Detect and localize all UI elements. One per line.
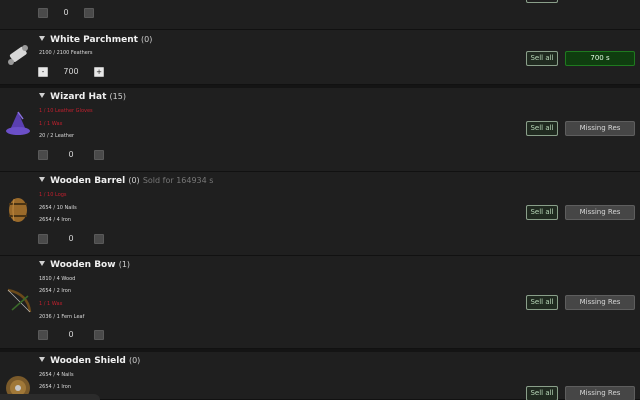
missing-resources-button[interactable]: Missing Res [565, 295, 635, 310]
missing-resources-button[interactable]: Missing Res [565, 205, 635, 220]
item-name: Wooden Shield [50, 356, 126, 366]
decrement-button[interactable]: - [38, 66, 48, 77]
item-name: Wooden Barrel [50, 176, 126, 186]
decrement-button[interactable] [38, 233, 48, 244]
increment-button[interactable]: + [94, 66, 104, 77]
increment-button[interactable] [94, 149, 104, 160]
requirement: 1 / 1 Wax [39, 301, 63, 307]
decrement-button[interactable] [38, 329, 48, 340]
qty-value[interactable]: 0 [48, 234, 94, 243]
craft-price-button[interactable]: 700 s [565, 51, 635, 66]
item-count: (15) [109, 92, 126, 101]
qty-value[interactable]: 0 [48, 330, 94, 339]
requirement: 2654 / 4 Iron [39, 217, 72, 223]
sell-all-button[interactable] [526, 0, 558, 3]
collapse-triangle-icon[interactable] [39, 177, 45, 182]
sell-all-button[interactable]: Sell all [526, 121, 558, 136]
wizard-hat-icon [6, 111, 30, 135]
item-name: Wooden Bow [50, 260, 116, 270]
status-tooltip-edge [0, 394, 100, 400]
item-title[interactable]: Wooden Bow (1) [39, 260, 130, 270]
item-row-parchment: White Parchment (0) 2100 / 2100 Feathers… [0, 30, 640, 85]
item-row-wooden-barrel: Wooden Barrel (0) Sold for 164934 s 1 / … [0, 172, 640, 256]
requirement: 2654 / 4 Nails [39, 372, 74, 378]
qty-stepper: 0 [38, 233, 104, 244]
crafting-list: 0 White Parchment (0) 2100 / 2100 Feathe… [0, 0, 640, 400]
item-count: (0) [128, 176, 140, 185]
requirement: 2100 / 2100 Feathers [39, 50, 93, 56]
item-title[interactable]: White Parchment (0) [39, 35, 152, 45]
collapse-triangle-icon[interactable] [39, 357, 45, 362]
decrement-button[interactable] [38, 149, 48, 160]
item-row-wooden-shield: Wooden Shield (0) 2654 / 4 Nails 2654 / … [0, 352, 640, 400]
item-count: (1) [118, 260, 131, 269]
item-row-wizard-hat: Wizard Hat (15) 1 / 10 Leather Gloves 1 … [0, 88, 640, 172]
item-title[interactable]: Wooden Shield (0) [39, 356, 140, 366]
item-row-wooden-bow: Wooden Bow (1) 1810 / 4 Wood 2654 / 2 Ir… [0, 256, 640, 349]
requirement: 2654 / 2 Iron [39, 288, 72, 294]
requirement: 1 / 1 Wax [39, 121, 63, 127]
missing-resources-button[interactable]: Missing Res [565, 386, 635, 400]
collapse-triangle-icon[interactable] [39, 93, 45, 98]
requirement: 2036 / 1 Fern Leaf [39, 314, 85, 320]
item-title[interactable]: Wooden Barrel (0) Sold for 164934 s [39, 176, 213, 186]
sell-all-button[interactable]: Sell all [526, 205, 558, 220]
sell-all-button[interactable]: Sell all [526, 386, 558, 400]
increment-button[interactable] [84, 7, 94, 18]
requirement: 2654 / 1 Iron [39, 384, 72, 390]
item-title[interactable]: Wizard Hat (15) [39, 92, 126, 102]
qty-stepper: 0 [38, 329, 104, 340]
increment-button[interactable] [94, 233, 104, 244]
missing-resources-button[interactable]: Missing Res [565, 121, 635, 136]
decrement-button[interactable] [38, 7, 48, 18]
item-count: (0) [128, 356, 141, 365]
requirement: 2654 / 10 Nails [39, 205, 77, 211]
barrel-icon [9, 198, 27, 222]
requirement: 1810 / 4 Wood [39, 276, 76, 282]
requirement: 1 / 10 Leather Gloves [39, 108, 93, 114]
requirement: 1 / 10 Logs [39, 192, 67, 198]
qty-value[interactable]: 0 [48, 150, 94, 159]
qty-stepper: 0 [38, 149, 104, 160]
item-name: White Parchment [50, 35, 138, 45]
increment-button[interactable] [94, 329, 104, 340]
qty-stepper: - 700 + [38, 66, 104, 77]
sold-for-label: Sold for 164934 s [142, 176, 214, 185]
bow-icon [7, 288, 32, 313]
requirement: 20 / 2 Leather [39, 133, 75, 139]
qty-value[interactable]: 0 [48, 8, 84, 17]
sell-all-button[interactable]: Sell all [526, 295, 558, 310]
qty-value[interactable]: 700 [48, 67, 94, 76]
sell-all-button[interactable]: Sell all [526, 51, 558, 66]
item-row-top: 0 [0, 0, 640, 30]
collapse-triangle-icon[interactable] [39, 261, 45, 266]
item-name: Wizard Hat [50, 92, 107, 102]
collapse-triangle-icon[interactable] [39, 36, 45, 41]
item-count: (0) [141, 35, 153, 44]
scroll-icon [8, 45, 28, 65]
qty-stepper: 0 [38, 7, 94, 18]
